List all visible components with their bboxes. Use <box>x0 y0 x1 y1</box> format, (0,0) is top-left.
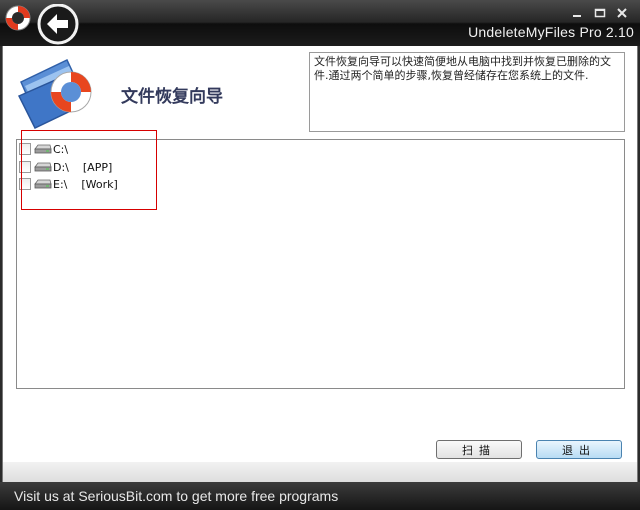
page-title: 文件恢复向导 <box>121 87 223 107</box>
drive-item-d[interactable]: D:\ [APP] <box>19 159 112 175</box>
drive-label: C:\ <box>53 142 69 156</box>
drive-item-c[interactable]: C:\ <box>19 141 82 157</box>
seriousbit-link[interactable]: Visit us at SeriousBit.com to get more f… <box>14 488 338 504</box>
folder-lifebuoy-icon <box>17 58 92 129</box>
close-button[interactable] <box>612 6 632 20</box>
hard-drive-icon <box>34 144 52 154</box>
drive-label: E:\ <box>53 177 68 191</box>
scan-button[interactable]: 扫描 <box>436 440 522 459</box>
footer-bar: Visit us at SeriousBit.com to get more f… <box>0 482 640 510</box>
volume-name: [APP] <box>82 160 113 174</box>
drive-tree[interactable]: C:\ D:\ [APP] E:\ [Work] <box>16 130 625 389</box>
exit-button[interactable]: 退出 <box>536 440 622 459</box>
drive-label: D:\ <box>53 160 69 174</box>
title-bar: UndeleteMyFiles Pro 2.10 <box>0 0 640 46</box>
minimize-button[interactable] <box>567 6 587 20</box>
status-strip <box>3 462 637 482</box>
drive-checkbox[interactable] <box>19 143 31 155</box>
hard-drive-icon <box>34 179 52 189</box>
volume-name: [Work] <box>81 177 118 191</box>
drive-checkbox[interactable] <box>19 161 31 173</box>
hard-drive-icon <box>34 162 52 172</box>
drive-item-e[interactable]: E:\ [Work] <box>19 176 118 192</box>
lifebuoy-icon <box>5 5 31 31</box>
window-title: UndeleteMyFiles Pro 2.10 <box>468 24 634 40</box>
maximize-button[interactable] <box>590 6 610 20</box>
description-box: 文件恢复向导可以快速简便地从电脑中找到并恢复已删除的文件.通过两个简单的步骤,恢… <box>309 52 625 132</box>
drive-checkbox[interactable] <box>19 178 31 190</box>
main-panel: 文件恢复向导 文件恢复向导可以快速简便地从电脑中找到并恢复已删除的文件.通过两个… <box>2 46 638 482</box>
back-arrow-icon[interactable] <box>36 4 80 48</box>
